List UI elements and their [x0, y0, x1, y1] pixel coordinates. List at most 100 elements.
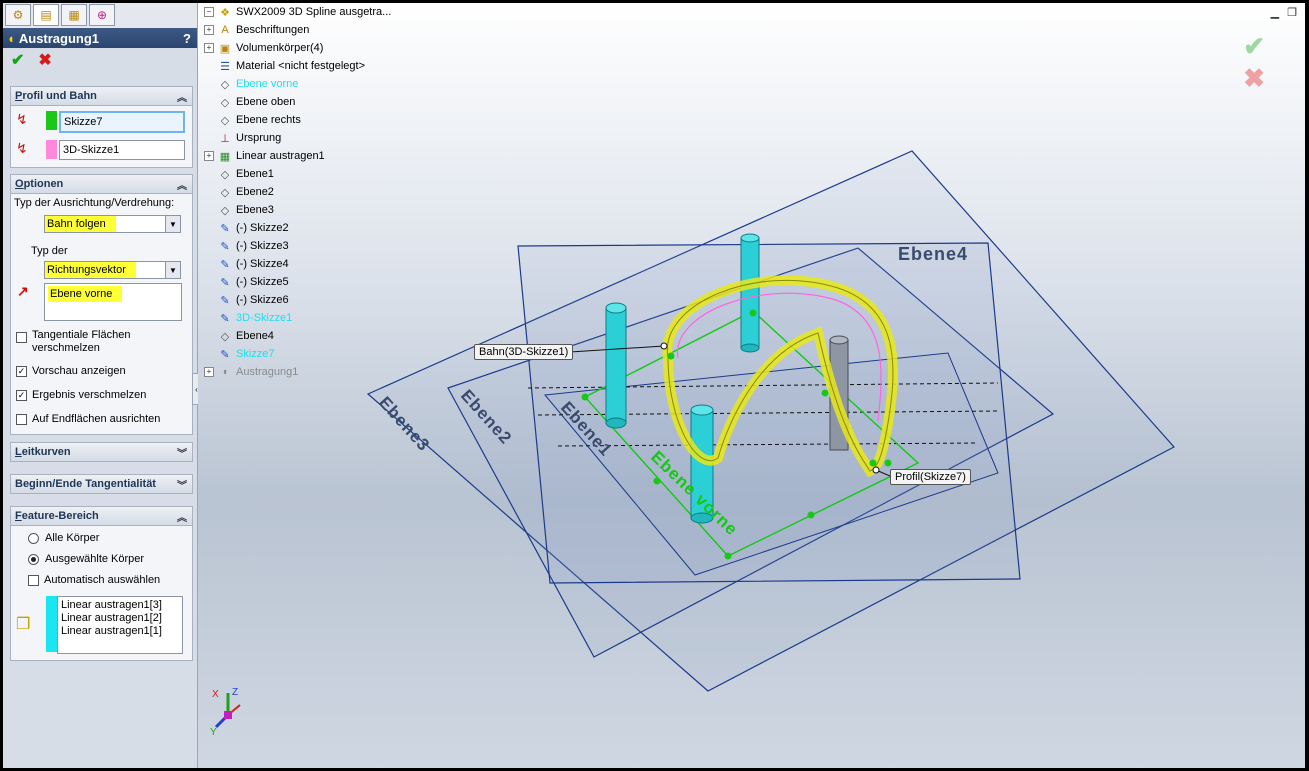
direction-selection-box[interactable]: Ebene vorne	[44, 283, 182, 321]
pm-title: Austragung1	[18, 30, 100, 46]
profile-callout[interactable]: Profil(Skizze7)	[890, 469, 971, 485]
tree-item[interactable]: + A Beschriftungen	[204, 22, 309, 38]
body-item[interactable]: Linear austragen1[2]	[61, 612, 162, 625]
dropdown-arrow-icon[interactable]: ▼	[165, 262, 180, 278]
preview-checkbox[interactable]: ✓	[16, 365, 27, 377]
tree-item[interactable]: ✎ (-) Skizze6	[204, 292, 288, 308]
selected-bodies-radio[interactable]	[28, 553, 39, 565]
tree-item-label: Austragung1	[236, 366, 299, 378]
tree-item[interactable]: ☰ Material <nicht festgelegt>	[204, 58, 365, 74]
plane-icon: ◇	[220, 168, 230, 181]
restore-icon[interactable]: ❐	[1287, 6, 1297, 19]
property-manager-tab[interactable]: ▤	[33, 4, 59, 26]
expand-toggle[interactable]: +	[204, 25, 214, 35]
path-callout[interactable]: Bahn(3D-Skizze1)	[474, 344, 574, 360]
tree-item[interactable]: ◇ Ebene3	[204, 202, 274, 218]
options-header[interactable]: Optionen ︽	[11, 175, 192, 194]
merge-result-checkbox[interactable]: ✓	[16, 389, 27, 401]
tree-item[interactable]: ◇ Ebene4	[204, 328, 274, 344]
profile-selection-box[interactable]: Skizze7	[59, 111, 185, 133]
ok-button[interactable]: ✔	[11, 50, 24, 70]
body-item[interactable]: Linear austragen1[1]	[61, 625, 162, 638]
tree-item[interactable]: ✎ (-) Skizze3	[204, 238, 289, 254]
tree-item-label: Ebene oben	[236, 96, 296, 108]
confirmation-corner: ✔ ✖	[1243, 31, 1265, 95]
align-end-faces-option[interactable]: Auf Endflächen ausrichten	[16, 413, 160, 425]
tree-item[interactable]: ◇ Ebene vorne	[204, 76, 299, 92]
3d-scene[interactable]: Ebene4 Ebene3 Ebene2 Ebene1 Ebene vorne	[198, 3, 1305, 768]
crosshair-icon: ⊕	[96, 8, 108, 22]
expand-toggle[interactable]: +	[204, 367, 214, 377]
dimxpert-manager-tab[interactable]: ⊕	[89, 4, 115, 26]
tree-item-label: Skizze7	[236, 348, 275, 360]
expand-toggle[interactable]: +	[204, 43, 214, 53]
merge-result-option[interactable]: ✓ Ergebnis verschmelzen	[16, 389, 146, 401]
all-bodies-option[interactable]: Alle Körper	[28, 532, 99, 544]
tree-item[interactable]: + ◖ Austragung1	[204, 364, 298, 380]
tree-item[interactable]: ✎ (-) Skizze4	[204, 256, 288, 272]
auto-select-checkbox[interactable]	[28, 574, 39, 586]
expand-icon[interactable]: ︾	[177, 477, 187, 492]
profile-path-header[interactable]: Profil und Bahn ︽	[11, 87, 192, 106]
tangent-merge-checkbox[interactable]	[16, 332, 27, 343]
preview-option[interactable]: ✓ Vorschau anzeigen	[16, 365, 126, 377]
tree-item[interactable]: ◇ Ebene oben	[204, 94, 296, 110]
plane-icon: ◇	[220, 330, 230, 343]
tree-item[interactable]: ⊥ Ursprung	[204, 130, 281, 146]
expand-icon[interactable]: ︾	[177, 445, 187, 460]
bodies-selection-list[interactable]: Linear austragen1[3] Linear austragen1[2…	[57, 596, 183, 654]
cancel-button[interactable]: ✖	[38, 50, 51, 70]
tree-item-label: Ebene vorne	[236, 78, 299, 90]
pm-action-bar: ✔ ✖	[3, 48, 197, 72]
dropdown-arrow-icon[interactable]: ▼	[165, 216, 180, 232]
window-controls: ▁ ❐	[1271, 6, 1297, 19]
confirm-cancel-button[interactable]: ✖	[1243, 63, 1265, 95]
sketch-icon: ✎	[220, 348, 230, 361]
feature-manager-tab[interactable]: ⚙	[5, 4, 31, 26]
orientation-type-label: Typ der Ausrichtung/Verdrehung:	[14, 197, 175, 209]
tree-item-label: (-) Skizze3	[236, 240, 289, 252]
tangent-merge-option[interactable]: Tangentiale Flächen verschmelzen	[16, 329, 130, 355]
tree-root[interactable]: − ❖ SWX2009 3D Spline ausgetra...	[204, 4, 391, 20]
direction-type-select[interactable]: Richtungsvektor ▼	[44, 261, 181, 279]
selected-bodies-option[interactable]: Ausgewählte Körper	[28, 553, 144, 565]
graphics-viewport[interactable]: Ebene4 Ebene3 Ebene2 Ebene1 Ebene vorne …	[198, 3, 1305, 768]
tree-item[interactable]: ✎ (-) Skizze2	[204, 220, 288, 236]
coordinate-triad: X Z Y	[210, 687, 241, 735]
property-manager-panel: ⚙ ▤ ▦ ⊕ ◖ Austragung1 ? ✔ ✖ Profil und B…	[3, 3, 201, 768]
tree-item[interactable]: ✎ Skizze7	[204, 346, 275, 362]
tree-item-label: Ebene3	[236, 204, 274, 216]
part-icon: ❖	[220, 6, 230, 19]
expand-toggle[interactable]: +	[204, 151, 214, 161]
tree-item[interactable]: + ▣ Volumenkörper(4)	[204, 40, 323, 56]
all-bodies-radio[interactable]	[28, 532, 39, 544]
tree-item[interactable]: ✎ 3D-Skizze1	[204, 310, 292, 326]
feature-scope-group: Feature-Bereich ︽ Alle Körper Ausgewählt…	[10, 506, 193, 661]
feature-scope-header[interactable]: Feature-Bereich ︽	[11, 507, 192, 526]
tree-item[interactable]: ✎ (-) Skizze5	[204, 274, 289, 290]
start-end-tangency-header[interactable]: Beginn/Ende Tangentialität ︾	[11, 475, 192, 493]
tree-item[interactable]: ◇ Ebene2	[204, 184, 274, 200]
align-end-faces-checkbox[interactable]	[16, 413, 27, 425]
guide-curves-group: Leitkurven ︾	[10, 442, 193, 462]
collapse-icon[interactable]: ︽	[177, 177, 187, 192]
help-button[interactable]: ?	[183, 31, 191, 46]
minimize-icon[interactable]: ▁	[1271, 6, 1279, 19]
guide-curves-header[interactable]: Leitkurven ︾	[11, 443, 192, 461]
collapse-icon[interactable]: ︽	[177, 89, 187, 104]
auto-select-option[interactable]: Automatisch auswählen	[28, 574, 160, 586]
tree-item-label: (-) Skizze5	[236, 276, 289, 288]
profile-icon: ↯	[16, 111, 28, 127]
profile-color-swatch	[46, 111, 57, 130]
start-end-tangency-group: Beginn/Ende Tangentialität ︾	[10, 474, 193, 494]
confirm-ok-button[interactable]: ✔	[1243, 31, 1265, 63]
orientation-type-select[interactable]: Bahn folgen ▼	[44, 215, 181, 233]
path-selection-box[interactable]: 3D-Skizze1	[59, 140, 185, 160]
tree-item[interactable]: + ▦ Linear austragen1	[204, 148, 325, 164]
collapse-toggle[interactable]: −	[204, 7, 214, 17]
body-item[interactable]: Linear austragen1[3]	[61, 599, 162, 612]
configuration-manager-tab[interactable]: ▦	[61, 4, 87, 26]
tree-item[interactable]: ◇ Ebene rechts	[204, 112, 301, 128]
tree-item[interactable]: ◇ Ebene1	[204, 166, 274, 182]
collapse-icon[interactable]: ︽	[177, 509, 187, 524]
